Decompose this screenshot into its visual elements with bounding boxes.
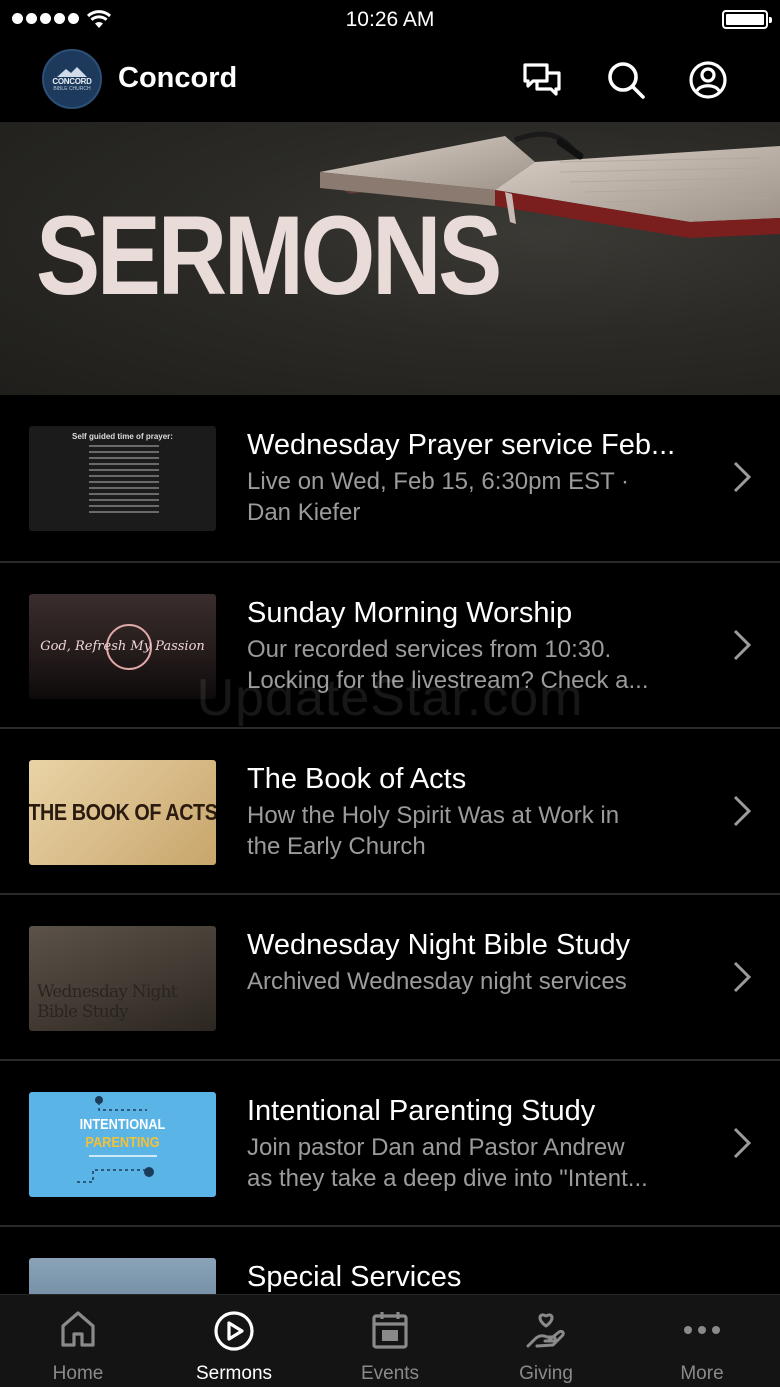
- profile-icon: [689, 61, 727, 99]
- chevron-right-icon: [733, 629, 752, 661]
- tab-events[interactable]: Events: [312, 1295, 468, 1387]
- tab-sermons[interactable]: Sermons: [156, 1295, 312, 1387]
- thumbnail-book-of-acts: THE BOOK OF ACTS: [29, 760, 216, 865]
- calendar-icon: [372, 1312, 408, 1349]
- tab-label: More: [680, 1363, 724, 1384]
- more-dots-icon: [684, 1326, 720, 1334]
- tab-label: Sermons: [195, 1363, 273, 1384]
- sermon-series-list: Self guided time of prayer: Wednesday Pr…: [0, 395, 780, 1387]
- list-item-subtitle: How the Holy Spirit Was at Work in the E…: [247, 802, 620, 860]
- list-item-intentional-parenting[interactable]: INTENTIONAL PARENTING Intentional Parent…: [0, 1059, 780, 1225]
- app-header: CONCORD BIBLE CHURCH Concord: [0, 40, 780, 120]
- thumbnail-text: Wednesday Night Bible Study: [37, 982, 178, 1022]
- giving-hand-icon: [526, 1313, 565, 1348]
- profile-button[interactable]: [686, 58, 730, 102]
- thumbnail-intentional-parenting: INTENTIONAL PARENTING: [29, 1092, 216, 1197]
- banner-title: SERMONS: [36, 193, 502, 318]
- tab-more[interactable]: More: [624, 1295, 780, 1387]
- tab-giving[interactable]: Giving: [468, 1295, 624, 1387]
- list-item-title: Intentional Parenting Study: [247, 1095, 596, 1127]
- thumbnail-text: THE BOOK OF ACTS: [29, 799, 216, 825]
- chevron-right-icon: [733, 461, 752, 493]
- tab-home[interactable]: Home: [0, 1295, 156, 1387]
- thumbnail-sunday-worship: God, Refresh My Passion: [29, 594, 216, 699]
- sermons-banner: SERMONS: [0, 122, 780, 395]
- thumbnail-text: God, Refresh My Passion: [40, 639, 205, 654]
- mountain-icon: [57, 66, 87, 77]
- list-item-wednesday-prayer[interactable]: Self guided time of prayer: Wednesday Pr…: [0, 395, 780, 561]
- chevron-right-icon: [733, 795, 752, 827]
- bottom-tab-bar: Home Sermons Events Giving More: [0, 1294, 780, 1387]
- list-item-subtitle: Archived Wednesday night services: [247, 968, 627, 995]
- tab-label: Events: [360, 1363, 420, 1384]
- tab-label: Giving: [519, 1363, 573, 1384]
- chevron-right-icon: [733, 1127, 752, 1159]
- list-item-title: Wednesday Night Bible Study: [247, 929, 631, 961]
- list-item-subtitle: Join pastor Dan and Pastor Andrew as the…: [247, 1134, 648, 1192]
- thumbnail-wednesday-prayer: Self guided time of prayer:: [29, 426, 216, 531]
- church-logo[interactable]: CONCORD BIBLE CHURCH: [42, 49, 102, 109]
- list-item-title: Wednesday Prayer service Feb...: [247, 429, 676, 461]
- logo-text: CONCORD: [52, 76, 92, 86]
- list-item-title: Special Services: [247, 1261, 462, 1293]
- thumbnail-text: PARENTING: [85, 1134, 160, 1151]
- status-time: 10:26 AM: [345, 8, 435, 31]
- chevron-right-icon: [733, 961, 752, 993]
- home-icon: [61, 1311, 95, 1347]
- list-item-sunday-worship[interactable]: God, Refresh My Passion Sunday Morning W…: [0, 561, 780, 727]
- list-item-subtitle: Our recorded services from 10:30. Lockin…: [247, 636, 649, 694]
- status-bar: 10:26 AM: [0, 0, 780, 40]
- play-circle-icon: [214, 1311, 254, 1351]
- thumbnail-wednesday-bible-study: Wednesday Night Bible Study: [29, 926, 216, 1031]
- list-item-title: The Book of Acts: [247, 763, 467, 795]
- list-item-book-of-acts[interactable]: THE BOOK OF ACTS The Book of Acts How th…: [0, 727, 780, 893]
- thumbnail-text: INTENTIONAL: [79, 1116, 166, 1133]
- battery-icon: [722, 10, 772, 29]
- app-title: Concord: [118, 62, 238, 94]
- list-item-subtitle: Live on Wed, Feb 15, 6:30pm EST · Dan Ki…: [247, 468, 629, 526]
- search-icon: [608, 62, 645, 99]
- chat-button[interactable]: [520, 58, 564, 102]
- tab-label: Home: [52, 1363, 104, 1384]
- thumbnail-text: Self guided time of prayer:: [72, 432, 173, 441]
- logo-subtext: BIBLE CHURCH: [53, 85, 91, 92]
- search-button[interactable]: [604, 58, 648, 102]
- list-item-title: Sunday Morning Worship: [247, 597, 573, 629]
- chat-icon: [523, 63, 561, 96]
- list-item-wednesday-bible-study[interactable]: Wednesday Night Bible Study Wednesday Ni…: [0, 893, 780, 1059]
